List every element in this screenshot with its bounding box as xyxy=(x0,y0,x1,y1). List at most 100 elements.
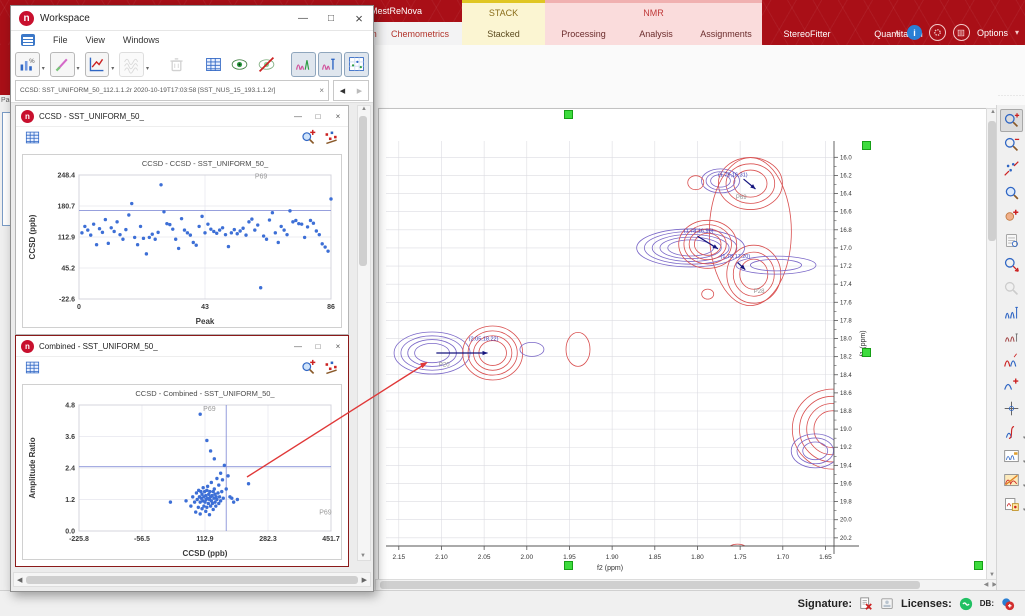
combined-child-window[interactable]: n Combined - SST_UNIFORM_50_ — □ × CCSD … xyxy=(15,335,349,567)
combined-window-titlebar[interactable]: n Combined - SST_UNIFORM_50_ — □ × xyxy=(16,336,348,357)
zoom-out-icon[interactable] xyxy=(1000,133,1023,156)
spectra-overlay-button[interactable] xyxy=(318,52,343,77)
document-tab-close-icon[interactable]: × xyxy=(319,86,324,95)
zoom-disabled-icon[interactable] xyxy=(1000,277,1023,300)
integration-icon[interactable]: ▾ xyxy=(1000,421,1023,444)
hide-button[interactable] xyxy=(254,52,279,77)
minimize-button[interactable]: — xyxy=(288,112,308,121)
full-view-icon[interactable] xyxy=(1000,157,1023,180)
report-icon[interactable] xyxy=(1000,229,1023,252)
add-fit-icon[interactable] xyxy=(1000,373,1023,396)
zoom-add-icon[interactable] xyxy=(300,359,317,381)
help-book-icon[interactable] xyxy=(953,24,970,41)
horizontal-scroll-thumb[interactable] xyxy=(380,581,920,589)
next-tab-icon[interactable]: ▶ xyxy=(357,87,362,95)
info-icon[interactable]: i xyxy=(907,25,922,40)
binning-icon[interactable]: ▾ xyxy=(1000,469,1023,492)
peak-by-peak-icon[interactable] xyxy=(1000,325,1023,348)
collapse-ribbon-icon[interactable]: ∧ xyxy=(894,28,900,37)
chart-view-button[interactable] xyxy=(344,52,369,77)
annotate-button[interactable] xyxy=(50,52,75,77)
gear-icon[interactable] xyxy=(929,24,946,41)
nmr-contour-plot[interactable]: (1.75,16.31)P69(1.78,16.96)(1.75,17.20)P… xyxy=(379,109,986,579)
selection-handle[interactable] xyxy=(862,348,871,357)
new-plot-button[interactable]: % xyxy=(15,52,40,77)
scroll-up-icon[interactable]: ▲ xyxy=(361,106,367,112)
table-button[interactable] xyxy=(201,52,226,77)
menu-windows[interactable]: Windows xyxy=(123,35,160,45)
trend-plot-button-dropdown-icon[interactable]: ▾ xyxy=(111,65,114,72)
scroll-left-icon[interactable]: ◀ xyxy=(984,581,989,588)
menu-file[interactable]: File xyxy=(53,35,68,45)
contour-peaks[interactable] xyxy=(394,158,872,565)
menu-icon[interactable] xyxy=(21,34,35,46)
expand-icon[interactable] xyxy=(1000,253,1023,276)
tab-stacked[interactable]: Stacked xyxy=(462,22,545,45)
scroll-left-icon[interactable]: ◀ xyxy=(17,576,22,584)
new-plot-button-dropdown-icon[interactable]: ▾ xyxy=(42,65,45,72)
library-icon[interactable]: ▾ xyxy=(1000,493,1023,516)
mdi-horizontal-scroll-thumb[interactable] xyxy=(26,576,357,584)
document-tab[interactable]: CCSD: SST_UNIFORM_50_112.1.1.2r 2020-10-… xyxy=(15,80,329,101)
signature-stamp-icon[interactable] xyxy=(880,597,894,611)
minimize-button[interactable]: — xyxy=(288,342,308,351)
mdi-vertical-scrollbar[interactable]: ▲ ▼ xyxy=(357,105,371,561)
stack-plot-button-dropdown-icon[interactable]: ▾ xyxy=(146,65,149,72)
maximize-button[interactable]: □ xyxy=(308,112,328,121)
delete-button[interactable] xyxy=(164,52,189,77)
table-icon[interactable] xyxy=(24,359,41,381)
manual-add-icon[interactable] xyxy=(1000,205,1023,228)
selection-handle[interactable] xyxy=(564,110,573,119)
mdi-vertical-scroll-thumb[interactable] xyxy=(359,116,367,266)
tab-analysis[interactable]: Analysis xyxy=(622,22,690,45)
vertical-scroll-thumb[interactable] xyxy=(988,121,996,241)
crosshair-icon[interactable] xyxy=(1000,397,1023,420)
ccsd-window-titlebar[interactable]: n CCSD - SST_UNIFORM_50_ — □ × xyxy=(16,106,348,127)
ccsd-chart-area[interactable]: CCSD - CCSD - SST_UNIFORM_50_248.4180.71… xyxy=(22,154,342,328)
document-page[interactable]: (1.75,16.31)P69(1.78,16.96)(1.75,17.20)P… xyxy=(378,108,987,580)
options-button[interactable]: Options xyxy=(977,28,1008,38)
maximize-button[interactable]: □ xyxy=(317,7,345,29)
selection-handle[interactable] xyxy=(862,141,871,150)
close-button[interactable]: × xyxy=(328,112,348,121)
close-button[interactable]: × xyxy=(345,7,373,29)
combined-scatter-chart[interactable]: CCSD - Combined - SST_UNIFORM_50_0.01.22… xyxy=(23,385,341,559)
ccsd-child-window[interactable]: n CCSD - SST_UNIFORM_50_ — □ × CCSD - CC… xyxy=(15,105,349,335)
tab-processing[interactable]: Processing xyxy=(545,22,622,45)
scroll-right-icon[interactable]: ▶ xyxy=(362,576,367,584)
toolbar-drag-handle[interactable]: ·········· xyxy=(998,93,1025,99)
tab-assignments[interactable]: Assignments xyxy=(690,22,762,45)
peak-picking-icon[interactable] xyxy=(1000,301,1023,324)
maximize-button[interactable]: □ xyxy=(308,342,328,351)
options-dropdown-icon[interactable]: ▾ xyxy=(1015,28,1019,37)
zoom-selection-icon[interactable] xyxy=(1000,181,1023,204)
stack-plot-button[interactable] xyxy=(119,52,144,77)
ccsd-scatter-chart[interactable]: CCSD - CCSD - SST_UNIFORM_50_248.4180.71… xyxy=(23,155,341,327)
licenses-ok-icon[interactable] xyxy=(959,597,973,611)
tab-stereofitter[interactable]: StereoFitter xyxy=(762,22,852,45)
fit-points-icon[interactable] xyxy=(323,129,340,151)
table-icon[interactable] xyxy=(24,129,41,151)
tab-chemometrics[interactable]: Chemometrics xyxy=(378,22,462,45)
workspace-titlebar[interactable]: n Workspace — □ × xyxy=(11,6,373,31)
menu-view[interactable]: View xyxy=(86,35,105,45)
combined-chart-area[interactable]: CCSD - Combined - SST_UNIFORM_50_0.01.22… xyxy=(22,384,342,560)
close-button[interactable]: × xyxy=(328,342,348,351)
selection-handle[interactable] xyxy=(974,561,983,570)
multiplet-analysis-icon[interactable]: ▾ xyxy=(1000,445,1023,468)
zoom-add-icon[interactable] xyxy=(300,129,317,151)
zoom-in-icon[interactable] xyxy=(1000,109,1023,132)
fit-points-icon[interactable] xyxy=(323,359,340,381)
scroll-down-icon[interactable]: ▼ xyxy=(989,572,995,578)
spectra-view-button[interactable] xyxy=(291,52,316,77)
minimize-button[interactable]: — xyxy=(289,7,317,29)
db-status-icon[interactable] xyxy=(1001,597,1015,611)
signature-invalid-icon[interactable] xyxy=(859,597,873,611)
annotate-button-dropdown-icon[interactable]: ▾ xyxy=(77,65,80,72)
mdi-horizontal-scrollbar[interactable]: ◀ ▶ xyxy=(13,572,371,587)
scroll-down-icon[interactable]: ▼ xyxy=(360,553,366,559)
selection-handle[interactable] xyxy=(564,561,573,570)
fit-peaks-icon[interactable] xyxy=(1000,349,1023,372)
trend-plot-button[interactable] xyxy=(85,52,110,77)
show-button[interactable] xyxy=(227,52,252,77)
